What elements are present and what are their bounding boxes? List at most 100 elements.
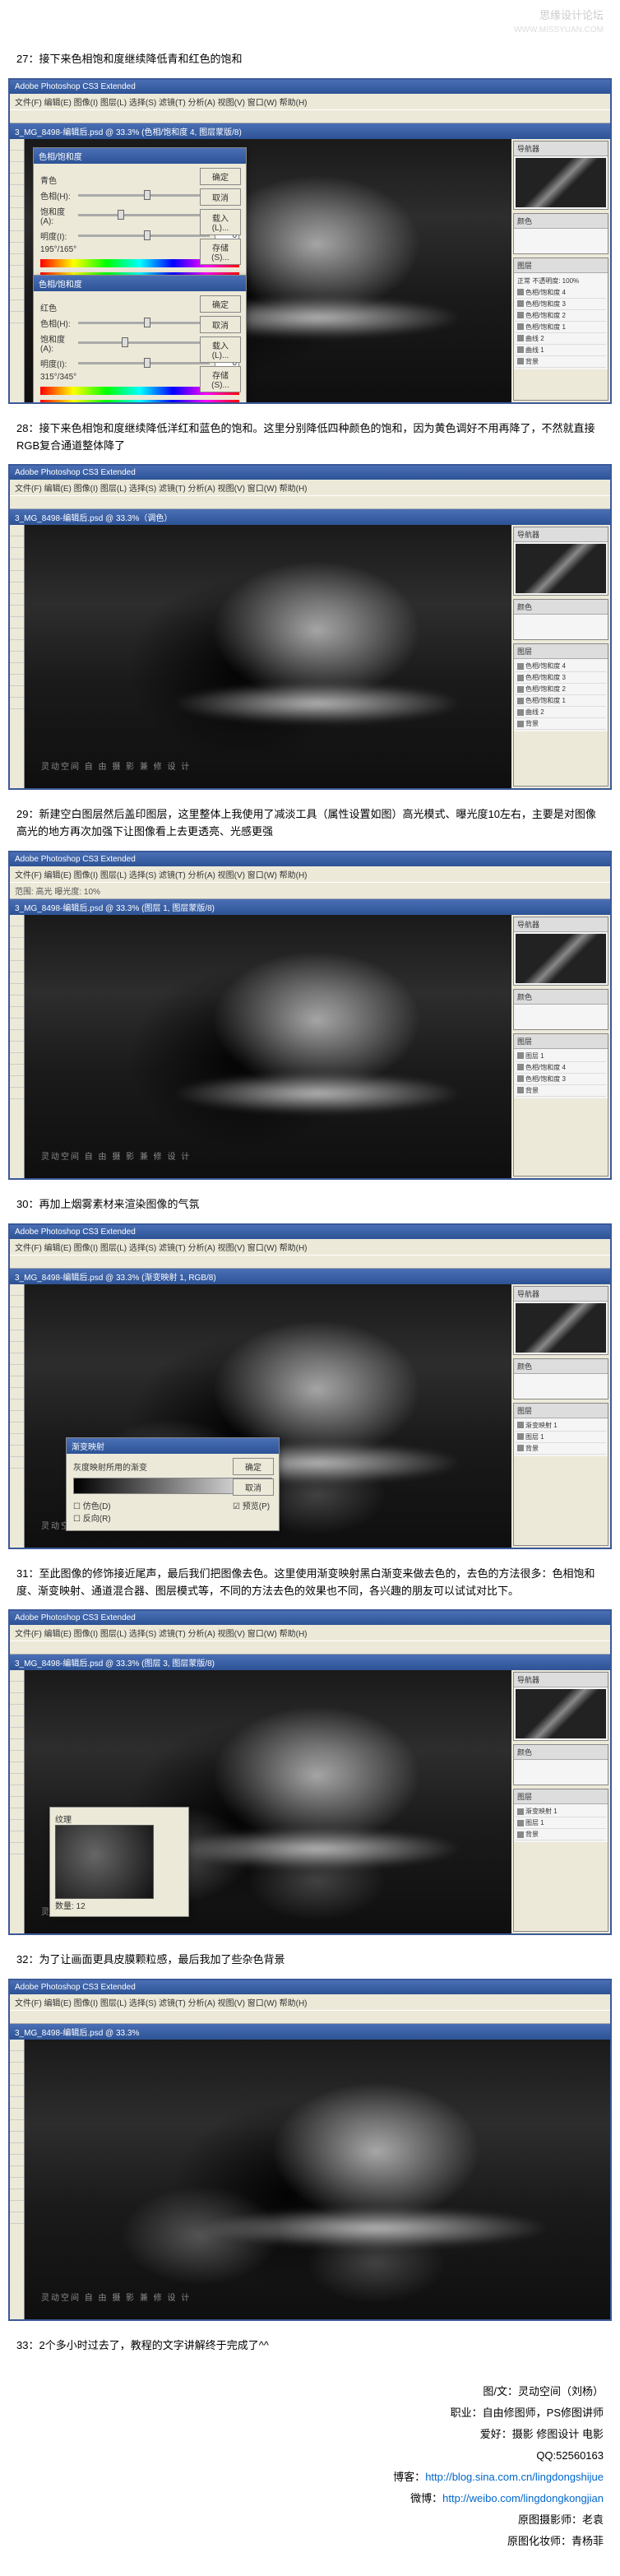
screenshot-28: Adobe Photoshop CS3 Extended 文件(F) 编辑(E)… [8,464,612,790]
layer-row[interactable]: 背景 [516,718,606,730]
layer-row[interactable]: 色相/饱和度 4 [516,1062,606,1074]
blend-mode[interactable]: 正常 [517,277,530,285]
range1: 315°/345° [40,373,76,382]
nav-tab[interactable]: 导航器 [514,1287,608,1302]
ok-button[interactable]: 确定 [200,168,241,185]
layers-tab[interactable]: 图层 [514,1404,608,1418]
credit-job: 职业：自由修图师，PS修图讲师 [16,2402,604,2424]
hue-label: 色相(H): [40,189,73,202]
step-body: 新建空白图层然后盖印图层，这里整体上我使用了减淡工具（属性设置如图）高光模式、曝… [16,808,596,838]
panels: 导航器 颜色 图层 图层 1 色相/饱和度 4 色相/饱和度 3 背景 [511,915,610,1178]
layer-row[interactable]: 曲线 2 [516,707,606,718]
gradient-map-dialog: 渐变映射 灰度映射所用的渐变 ☐ 仿色(D) ☐ 反向(R) 确定 取消 ☑ 预… [66,1437,280,1531]
color-tab[interactable]: 颜色 [514,214,608,229]
dither-check[interactable]: ☐ 仿色(D) [73,1502,111,1511]
color-tab[interactable]: 颜色 [514,600,608,615]
load-button[interactable]: 载入(L)... [200,337,241,363]
step-body: 2个多小时过去了，教程的文字讲解终于完成了^^ [39,2339,268,2351]
preview-check[interactable]: ☑ 预览(P) [233,1502,270,1511]
reverse-check[interactable]: ☐ 反向(R) [73,1515,111,1524]
layer-row[interactable]: 色相/饱和度 2 [516,684,606,695]
layers-tab[interactable]: 图层 [514,644,608,659]
texture-tab: 纹理 [55,1812,183,1825]
layer-row[interactable]: 色相/饱和度 2 [516,310,606,322]
layers-tab[interactable]: 图层 [514,1789,608,1804]
ok-button[interactable]: 确定 [233,1458,274,1475]
nav-tab[interactable]: 导航器 [514,527,608,542]
dialog-title: 渐变映射 [67,1438,279,1454]
screenshot-29: Adobe Photoshop CS3 Extended 文件(F) 编辑(E)… [8,851,612,1180]
nav-tab[interactable]: 导航器 [514,142,608,156]
step-body: 接下来色相饱和度继续降低青和红色的饱和 [39,53,242,65]
huesat-dialog-red: 色相/饱和度 红色 色相(H):0 饱和度(A):-44 明度(I):0 315… [33,275,247,402]
layer-row[interactable]: 色相/饱和度 3 [516,672,606,684]
layer-row[interactable]: 图层 1 [516,1817,606,1829]
toolbox [10,915,25,1178]
color-tab[interactable]: 颜色 [514,1745,608,1760]
dialog-title: 色相/饱和度 [34,148,246,164]
canvas: 灵动空间 自 由 摄 影 兼 修 设 计 渐变映射 灰度映射所用的渐变 ☐ 仿色… [25,1284,511,1548]
layer-row[interactable]: 背景 [516,1443,606,1455]
ok-button[interactable]: 确定 [200,295,241,313]
layer-row[interactable]: 色相/饱和度 4 [516,661,606,672]
step-num: 29： [16,808,39,820]
noise-amount[interactable]: 数量: 12 [55,1899,183,1911]
layer-row[interactable]: 渐变映射 1 [516,1806,606,1817]
toolbox [10,1670,25,1933]
hue-strip2[interactable] [40,400,239,402]
nav-tab[interactable]: 导航器 [514,1673,608,1687]
canvas: 灵动空间 自 由 摄 影 兼 修 设 计 纹理 数量: 12 [25,1670,511,1933]
doc-title: 3_MG_8498-编辑后.psd @ 33.3%（调色） [10,509,610,525]
step-27-text: 27：接下来色相饱和度继续降低青和红色的饱和 [0,41,620,78]
credit-weibo-link[interactable]: http://weibo.com/lingdongkongjian [442,2492,604,2504]
toolbox [10,139,25,402]
step-num: 30： [16,1198,39,1210]
color-tab[interactable]: 颜色 [514,1359,608,1374]
layer-row[interactable]: 曲线 2 [516,333,606,345]
ps-options [10,495,610,509]
save-button[interactable]: 存储(S)... [200,239,241,265]
layer-row[interactable]: 色相/饱和度 1 [516,695,606,707]
cancel-button[interactable]: 取消 [200,316,241,333]
credit-blog-link[interactable]: http://blog.sina.com.cn/lingdongshijue [425,2471,604,2483]
save-button[interactable]: 存储(S)... [200,366,241,392]
site-url: WWW.MISSYUAN.COM [0,26,620,41]
sat-label: 饱和度(A): [40,205,73,226]
layer-row[interactable]: 色相/饱和度 4 [516,287,606,299]
layers-tab[interactable]: 图层 [514,258,608,273]
ps-title: Adobe Photoshop CS3 Extended [10,1980,610,1994]
layer-row[interactable]: 背景 [516,356,606,368]
texture-panel: 纹理 数量: 12 [49,1807,189,1917]
huesat-dialog-cyan: 色相/饱和度 青色 色相(H):0 饱和度(A):-55 明度(I):0 195… [33,147,247,288]
step-body: 再加上烟雾素材来渲染图像的气氛 [39,1198,199,1210]
doc-title: 3_MG_8498-编辑后.psd @ 33.3% (渐变映射 1, RGB/8… [10,1269,610,1284]
layer-row[interactable]: 色相/饱和度 1 [516,322,606,333]
layer-row[interactable]: 背景 [516,1829,606,1840]
layer-row[interactable]: 色相/饱和度 3 [516,1074,606,1085]
panels: 导航器 颜色 图层 渐变映射 1 图层 1 背景 [511,1284,610,1548]
nav-tab[interactable]: 导航器 [514,917,608,932]
layer-row[interactable]: 图层 1 [516,1051,606,1062]
cancel-button[interactable]: 取消 [233,1478,274,1496]
ps-title: Adobe Photoshop CS3 Extended [10,466,610,480]
layer-row[interactable]: 图层 1 [516,1432,606,1443]
texture-preview [55,1825,154,1899]
color-tab[interactable]: 颜色 [514,990,608,1005]
ps-menu: 文件(F) 编辑(E) 图像(I) 图层(L) 选择(S) 滤镜(T) 分析(A… [10,866,610,882]
layer-row[interactable]: 背景 [516,1085,606,1097]
opacity[interactable]: 不透明度: 100% [532,277,579,285]
credits: 图/文：灵动空间（刘杨） 职业：自由修图师，PS修图讲师 爱好：摄影 修图设计 … [0,2365,620,2569]
layer-row[interactable]: 色相/饱和度 3 [516,299,606,310]
step-30-text: 30：再加上烟雾素材来渲染图像的气氛 [0,1186,620,1223]
step-num: 33： [16,2339,39,2351]
ps-title: Adobe Photoshop CS3 Extended [10,1225,610,1239]
cancel-button[interactable]: 取消 [200,188,241,206]
layer-row[interactable]: 渐变映射 1 [516,1420,606,1432]
step-body: 接下来色相饱和度继续降低洋红和蓝色的饱和。这里分别降低四种颜色的饱和，因为黄色调… [16,422,595,452]
layers-tab[interactable]: 图层 [514,1034,608,1049]
layer-row[interactable]: 曲线 1 [516,345,606,356]
step-num: 32： [16,1953,39,1966]
ps-menu: 文件(F) 编辑(E) 图像(I) 图层(L) 选择(S) 滤镜(T) 分析(A… [10,1625,610,1641]
load-button[interactable]: 载入(L)... [200,209,241,235]
ps-title: Adobe Photoshop CS3 Extended [10,80,610,94]
